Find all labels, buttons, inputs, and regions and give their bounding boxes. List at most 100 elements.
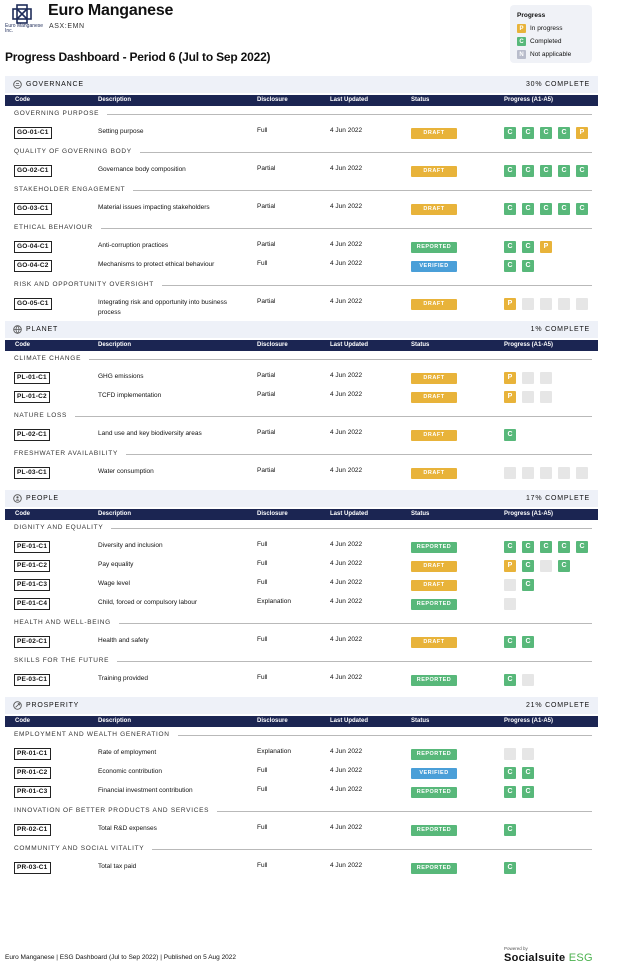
indicator-code: PL-03-C1	[14, 467, 50, 479]
page-title: Progress Dashboard - Period 6 (Jul to Se…	[5, 50, 271, 64]
column-header-row: Code Description Disclosure Last Updated Sta…	[5, 716, 598, 727]
last-updated-date: 4 Jun 2022	[330, 541, 363, 548]
category-name: EMPLOYMENT AND WEALTH GENERATION	[14, 731, 178, 738]
indicator-description: Financial investment contribution	[98, 787, 193, 794]
status-badge: DRAFT	[411, 468, 457, 479]
progress-box: C	[504, 203, 516, 215]
category-heading: GOVERNING PURPOSE	[14, 110, 592, 119]
table-row[interactable]: PE-01-C1 Diversity and inclusion Full 4 …	[0, 539, 624, 559]
category-heading: QUALITY OF GOVERNING BODY	[14, 148, 592, 157]
table-row[interactable]: GO-01-C1 Setting purpose Full 4 Jun 2022…	[0, 125, 624, 145]
table-row[interactable]: PL-03-C1 Water consumption Partial 4 Jun…	[0, 465, 624, 485]
company-logo: Euro Manganese Inc.	[5, 3, 45, 37]
indicator-description: Pay equality	[98, 561, 134, 568]
table-row[interactable]: GO-04-C1 Anti-corruption practices Parti…	[0, 239, 624, 259]
table-row[interactable]: PR-01-C1 Rate of employment Explanation …	[0, 746, 624, 766]
table-row[interactable]: PE-01-C4 Child, forced or compulsory lab…	[0, 596, 624, 616]
legend-swatch: C	[517, 37, 526, 46]
progress-box: C	[540, 165, 552, 177]
section-complete-percent: 17% COMPLETE	[525, 495, 590, 502]
status-badge: REPORTED	[411, 825, 457, 836]
section-header-prosperity: PROSPERITY 21% COMPLETE	[5, 697, 598, 714]
status-badge: DRAFT	[411, 430, 457, 441]
brand-main: Socialsuite	[504, 952, 566, 964]
category-heading: FRESHWATER AVAILABILITY	[14, 450, 592, 459]
section-header-governance: GOVERNANCE 30% COMPLETE	[5, 76, 598, 93]
category-name: STAKEHOLDER ENGAGEMENT	[14, 186, 134, 193]
column-header: Code	[15, 718, 30, 724]
table-row[interactable]: PL-01-C2 TCFD implementation Partial 4 J…	[0, 389, 624, 409]
table-row[interactable]: GO-04-C2 Mechanisms to protect ethical b…	[0, 258, 624, 278]
column-header: Disclosure	[257, 342, 288, 348]
table-row[interactable]: PL-02-C1 Land use and key biodiversity a…	[0, 427, 624, 447]
category-heading: EMPLOYMENT AND WEALTH GENERATION	[14, 731, 592, 740]
indicator-description: Integrating risk and opportunity into bu…	[98, 299, 227, 316]
progress-box: C	[522, 767, 534, 779]
indicator-code: GO-05-C1	[14, 298, 52, 310]
column-header: Description	[98, 718, 132, 724]
disclosure-level: Full	[257, 560, 268, 567]
category-heading: ETHICAL BEHAVIOUR	[14, 224, 592, 233]
last-updated-date: 4 Jun 2022	[330, 674, 363, 681]
status-badge: DRAFT	[411, 637, 457, 648]
indicator-description: Rate of employment	[98, 749, 157, 756]
column-header: Progress (A1-A5)	[504, 718, 554, 724]
status-badge: DRAFT	[411, 392, 457, 403]
table-row[interactable]: PR-01-C2 Economic contribution Full 4 Ju…	[0, 765, 624, 785]
category-divider	[118, 623, 592, 624]
indicator-code: PL-01-C1	[14, 372, 50, 384]
indicator-code: PE-01-C3	[14, 579, 51, 591]
table-row[interactable]: PR-03-C1 Total tax paid Full 4 Jun 2022 …	[0, 860, 624, 880]
column-header-row: Code Description Disclosure Last Updated Sta…	[5, 340, 598, 351]
indicator-description: Total tax paid	[98, 863, 137, 870]
prosperity-icon	[13, 701, 22, 710]
table-row[interactable]: GO-03-C1 Material issues impacting stake…	[0, 201, 624, 221]
table-row[interactable]: PE-02-C1 Health and safety Full 4 Jun 20…	[0, 634, 624, 654]
progress-box: P	[504, 372, 516, 384]
company-name: Euro Manganese	[48, 2, 174, 19]
status-badge: REPORTED	[411, 749, 457, 760]
table-row[interactable]: PE-01-C2 Pay equality Full 4 Jun 2022 DR…	[0, 558, 624, 578]
last-updated-date: 4 Jun 2022	[330, 636, 363, 643]
column-header: Last Updated	[330, 511, 369, 517]
disclosure-level: Full	[257, 127, 268, 134]
category-heading: RISK AND OPPORTUNITY OVERSIGHT	[14, 281, 592, 290]
table-row[interactable]: PE-03-C1 Training provided Full 4 Jun 20…	[0, 672, 624, 692]
table-row[interactable]: GO-05-C1 Integrating risk and opportunit…	[0, 296, 624, 316]
category-name: NATURE LOSS	[14, 412, 76, 419]
disclosure-level: Full	[257, 636, 268, 643]
progress-box: C	[522, 260, 534, 272]
table-row[interactable]: PE-01-C3 Wage level Full 4 Jun 2022 DRAF…	[0, 577, 624, 597]
powered-by-label: Powered by	[504, 946, 528, 951]
column-header: Disclosure	[257, 511, 288, 517]
progress-box: C	[522, 579, 534, 591]
progress-box: C	[504, 127, 516, 139]
status-badge: REPORTED	[411, 542, 457, 553]
knot-logo-icon	[12, 4, 32, 24]
section-header-planet: PLANET 1% COMPLETE	[5, 321, 598, 338]
indicator-code: GO-02-C1	[14, 165, 52, 177]
progress-box: C	[504, 862, 516, 874]
legend-label: In progress	[530, 25, 563, 32]
column-header: Status	[411, 342, 430, 348]
category-divider	[217, 811, 592, 812]
progress-box: C	[558, 541, 570, 553]
legend-title: Progress	[517, 12, 546, 19]
progress-box: C	[504, 767, 516, 779]
category-name: GOVERNING PURPOSE	[14, 110, 108, 117]
legend-item-not-applicable: N Not applicable	[517, 50, 571, 59]
column-header: Description	[98, 97, 132, 103]
category-heading: SKILLS FOR THE FUTURE	[14, 657, 592, 666]
progress-box	[522, 467, 534, 479]
table-row[interactable]: PR-01-C3 Financial investment contributi…	[0, 784, 624, 804]
progress-box: C	[504, 786, 516, 798]
table-row[interactable]: GO-02-C1 Governance body composition Par…	[0, 163, 624, 183]
status-badge: VERIFIED	[411, 261, 457, 272]
progress-box: C	[522, 203, 534, 215]
table-row[interactable]: PR-02-C1 Total R&D expenses Full 4 Jun 2…	[0, 822, 624, 842]
table-row[interactable]: PL-01-C1 GHG emissions Partial 4 Jun 202…	[0, 370, 624, 390]
indicator-code: PE-01-C2	[14, 560, 51, 572]
status-badge: DRAFT	[411, 166, 457, 177]
progress-box	[576, 298, 588, 310]
disclosure-level: Full	[257, 862, 268, 869]
